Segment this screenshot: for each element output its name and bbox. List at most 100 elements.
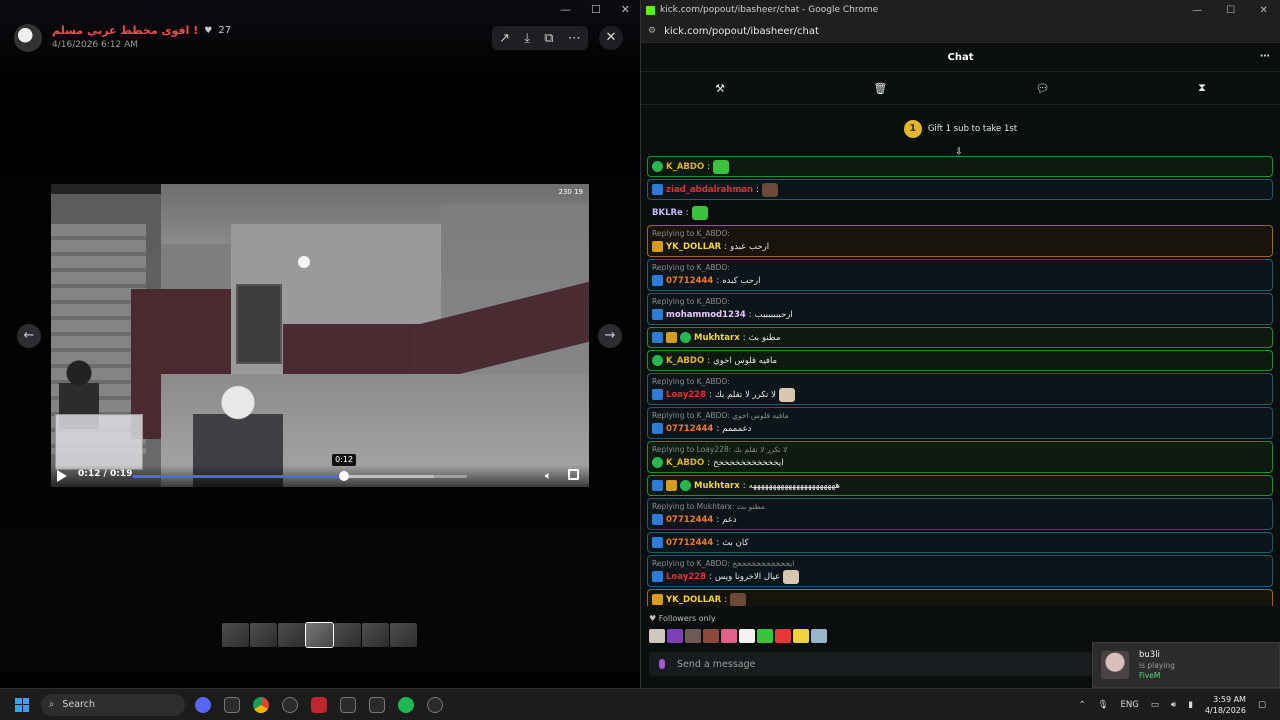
chat-message[interactable]: Replying to K_ABDO: Loay228: لا تكرر لا تق…	[647, 373, 1273, 405]
chevron-up-icon[interactable]: ⌃	[1079, 700, 1086, 710]
language-indicator[interactable]: ENG	[1121, 700, 1139, 710]
chat-username[interactable]: 07712444	[666, 538, 713, 548]
clock[interactable]: 3:59 AM 4/18/2026	[1205, 694, 1246, 716]
chat-message[interactable]: Replying to Mukhtarx: مطنو بث 07712444: دع…	[647, 498, 1273, 530]
emote-icon[interactable]	[739, 629, 755, 643]
emote-icon[interactable]	[775, 629, 791, 643]
emote-icon[interactable]	[691, 205, 708, 220]
chat-username[interactable]: K_ABDO	[666, 356, 704, 366]
spotify-icon[interactable]	[398, 696, 414, 713]
search-box[interactable]: ⌕ Search	[41, 693, 185, 716]
media-thumbnail[interactable]	[390, 623, 417, 647]
media-thumbnail[interactable]	[305, 622, 334, 648]
chat-username[interactable]: Mukhtarx	[694, 333, 740, 343]
chat-username[interactable]: Loay228	[666, 390, 706, 400]
battery-icon[interactable]: ▮	[1188, 700, 1193, 710]
emote-icon[interactable]	[793, 629, 809, 643]
mail-icon[interactable]	[369, 696, 385, 713]
reply-context[interactable]: Replying to K_ABDO:	[652, 376, 1268, 387]
app-icon[interactable]	[311, 696, 327, 713]
gift-sub-banner[interactable]: 1 Gift 1 sub to take 1st ⇩	[641, 105, 1280, 157]
network-icon[interactable]: ▭	[1151, 700, 1159, 710]
chat-username[interactable]: Mukhtarx	[694, 481, 740, 491]
close-window-icon[interactable]: ✕	[621, 3, 630, 17]
chat-message[interactable]: Mukhtarx: مطنو بث	[647, 327, 1273, 348]
volume-icon[interactable]: 🔈︎	[545, 469, 552, 483]
trash-icon[interactable]: 🗑︎	[873, 82, 887, 95]
emote-icon[interactable]	[649, 629, 665, 643]
chat-username[interactable]: Loay228	[666, 572, 706, 582]
hammer-icon[interactable]: ⚒︎	[715, 82, 725, 95]
share-icon[interactable]: ↗	[499, 31, 510, 46]
chat-message[interactable]: Replying to K_ABDO: ايخخخخخخخخخخخخ Loay22…	[647, 555, 1273, 587]
app-icon[interactable]	[224, 696, 240, 713]
minimize-icon[interactable]: —	[560, 3, 571, 17]
chat-message[interactable]: Mukhtarx: ههههههههههههههههههههههه	[647, 475, 1273, 496]
download-icon[interactable]: ⤓	[524, 31, 530, 46]
emote-icon[interactable]	[685, 629, 701, 643]
emote-icon[interactable]	[730, 592, 747, 606]
avatar[interactable]	[14, 24, 42, 52]
chat-message[interactable]: Replying to K_ABDO: 07712444: ارحب كبده	[647, 259, 1273, 291]
chat-message[interactable]: BKLRe:	[647, 202, 1273, 223]
close-window-icon[interactable]: ✕	[1259, 5, 1267, 16]
chat-username[interactable]: K_ABDO	[666, 162, 704, 172]
chat-username[interactable]: 07712444	[666, 515, 713, 525]
chat-username[interactable]: BKLRe	[652, 208, 683, 218]
maximize-icon[interactable]: ☐	[591, 3, 601, 17]
more-icon[interactable]: ⋯	[568, 31, 581, 46]
open-external-icon[interactable]: ⧉	[544, 31, 553, 46]
next-button[interactable]: →	[598, 324, 622, 348]
volume-icon[interactable]: 🔊︎	[1171, 700, 1176, 710]
app-icon[interactable]	[427, 696, 443, 713]
chat-username[interactable]: ziad_abdalrahman	[666, 185, 753, 195]
more-icon[interactable]: ⋯	[1260, 51, 1270, 62]
chat-username[interactable]: 07712444	[666, 276, 713, 286]
seek-handle[interactable]	[339, 471, 350, 481]
reply-context[interactable]: Replying to Loay228: لا تكرر لا تقلم بك	[652, 444, 1268, 455]
microphone-icon[interactable]	[659, 659, 665, 669]
obs-icon[interactable]	[282, 696, 298, 713]
minimize-icon[interactable]: —	[1192, 5, 1202, 16]
play-icon[interactable]	[57, 470, 67, 482]
chat-username[interactable]: mohammod1234	[666, 310, 746, 320]
emote-icon[interactable]	[721, 629, 737, 643]
media-thumbnail[interactable]	[278, 623, 305, 647]
maximize-icon[interactable]: ☐	[1226, 5, 1235, 16]
emote-icon[interactable]	[778, 387, 795, 402]
notifications-icon[interactable]: ▢	[1258, 700, 1266, 710]
chrome-icon[interactable]	[253, 696, 269, 713]
reply-context[interactable]: Replying to K_ABDO:	[652, 262, 1268, 273]
windows-start-icon[interactable]	[15, 697, 29, 712]
discord-icon[interactable]	[195, 696, 211, 713]
address-bar[interactable]: ⚙︎ kick.com/popout/ibasheer/chat	[641, 20, 1280, 43]
emote-icon[interactable]	[811, 629, 827, 643]
reply-context[interactable]: Replying to K_ABDO: مافيه فلوس اخوي	[652, 410, 1268, 421]
microphone-icon[interactable]: 🎙︎	[1098, 700, 1109, 710]
chat-message[interactable]: Replying to K_ABDO: YK_DOLLAR: ارحب عبدو	[647, 225, 1273, 257]
chat-message[interactable]: K_ABDO:	[647, 156, 1273, 177]
close-viewer-button[interactable]: ✕	[599, 26, 623, 50]
hourglass-icon[interactable]: ⧗	[1198, 81, 1206, 95]
emote-icon[interactable]	[667, 629, 683, 643]
url-text[interactable]: kick.com/popout/ibasheer/chat	[664, 26, 819, 37]
reply-context[interactable]: Replying to K_ABDO: ايخخخخخخخخخخخخ	[652, 558, 1268, 569]
previous-button[interactable]: ←	[17, 324, 41, 348]
emote-icon[interactable]	[703, 629, 719, 643]
emote-icon[interactable]	[713, 159, 730, 174]
activity-notification[interactable]: bu3li is playing FiveM	[1092, 642, 1280, 688]
media-thumbnail[interactable]	[222, 623, 249, 647]
chat-message[interactable]: Replying to Loay228: لا تكرر لا تقلم بك K…	[647, 441, 1273, 473]
emote-icon[interactable]	[757, 629, 773, 643]
reply-context[interactable]: Replying to Mukhtarx: مطنو بث	[652, 501, 1268, 512]
chat-message[interactable]: ziad_abdalrahman:	[647, 179, 1273, 200]
reply-context[interactable]: Replying to K_ABDO:	[652, 228, 1268, 239]
emote-icon[interactable]	[761, 182, 778, 197]
chat-username[interactable]: 07712444	[666, 424, 713, 434]
chat-message[interactable]: Replying to K_ABDO: مافيه فلوس اخوي 07712…	[647, 407, 1273, 439]
chat-username[interactable]: YK_DOLLAR	[666, 242, 721, 252]
terminal-icon[interactable]	[340, 696, 356, 713]
media-thumbnail[interactable]	[362, 623, 389, 647]
video-player[interactable]: 230 19 0:12 / 0:19 0:12 🔈︎	[51, 184, 589, 487]
site-info-icon[interactable]: ⚙︎	[648, 26, 656, 36]
